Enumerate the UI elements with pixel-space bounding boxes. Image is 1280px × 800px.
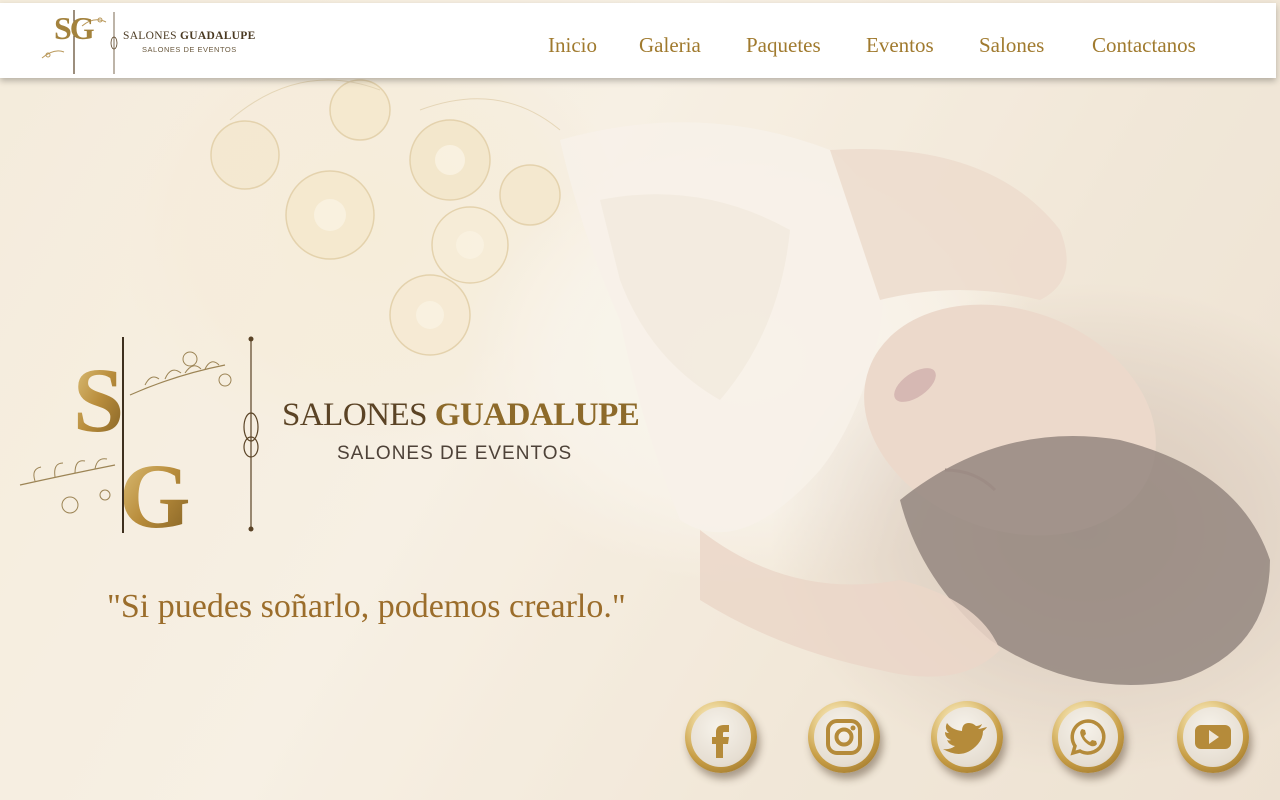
nav-inicio[interactable]: Inicio <box>548 33 597 58</box>
brand-subtitle: SALONES DE EVENTOS <box>142 45 237 54</box>
nav-eventos[interactable]: Eventos <box>866 33 934 58</box>
hero-logo: S G SALONES GUADALUPE SALONES DE EVENTOS <box>15 335 640 535</box>
hero-brand-name: SALONES GUADALUPE <box>282 397 640 433</box>
instagram-icon <box>826 719 862 755</box>
hero-tagline: "Si puedes soñarlo, podemos crearlo." <box>107 588 626 625</box>
facebook-icon <box>712 725 729 758</box>
nav-contactanos[interactable]: Contactanos <box>1092 33 1196 58</box>
twitter-icon <box>943 723 987 754</box>
nav-salones[interactable]: Salones <box>979 33 1044 58</box>
header-logo[interactable]: SG SALONES GUADALUPE SALONES DE EVENTOS <box>34 8 255 76</box>
whatsapp-button[interactable] <box>1052 701 1124 773</box>
nav-paquetes[interactable]: Paquetes <box>746 33 821 58</box>
facebook-button[interactable] <box>685 701 757 773</box>
svg-text:G: G <box>119 445 191 535</box>
nav-galeria[interactable]: Galeria <box>639 33 701 58</box>
hero-monogram-icon: S G <box>19 336 259 535</box>
youtube-icon <box>1195 725 1231 749</box>
youtube-button[interactable] <box>1177 701 1249 773</box>
svg-text:S: S <box>73 349 124 451</box>
instagram-button[interactable] <box>808 701 880 773</box>
site-header: SG SALONES GUADALUPE SALONES DE EVENTOS … <box>0 3 1276 78</box>
whatsapp-icon <box>1070 719 1106 756</box>
brand-name: SALONES GUADALUPE <box>123 30 256 42</box>
twitter-button[interactable] <box>931 701 1003 773</box>
hero-brand-subtitle: SALONES DE EVENTOS <box>337 443 573 464</box>
monogram-text: SG <box>54 10 95 46</box>
